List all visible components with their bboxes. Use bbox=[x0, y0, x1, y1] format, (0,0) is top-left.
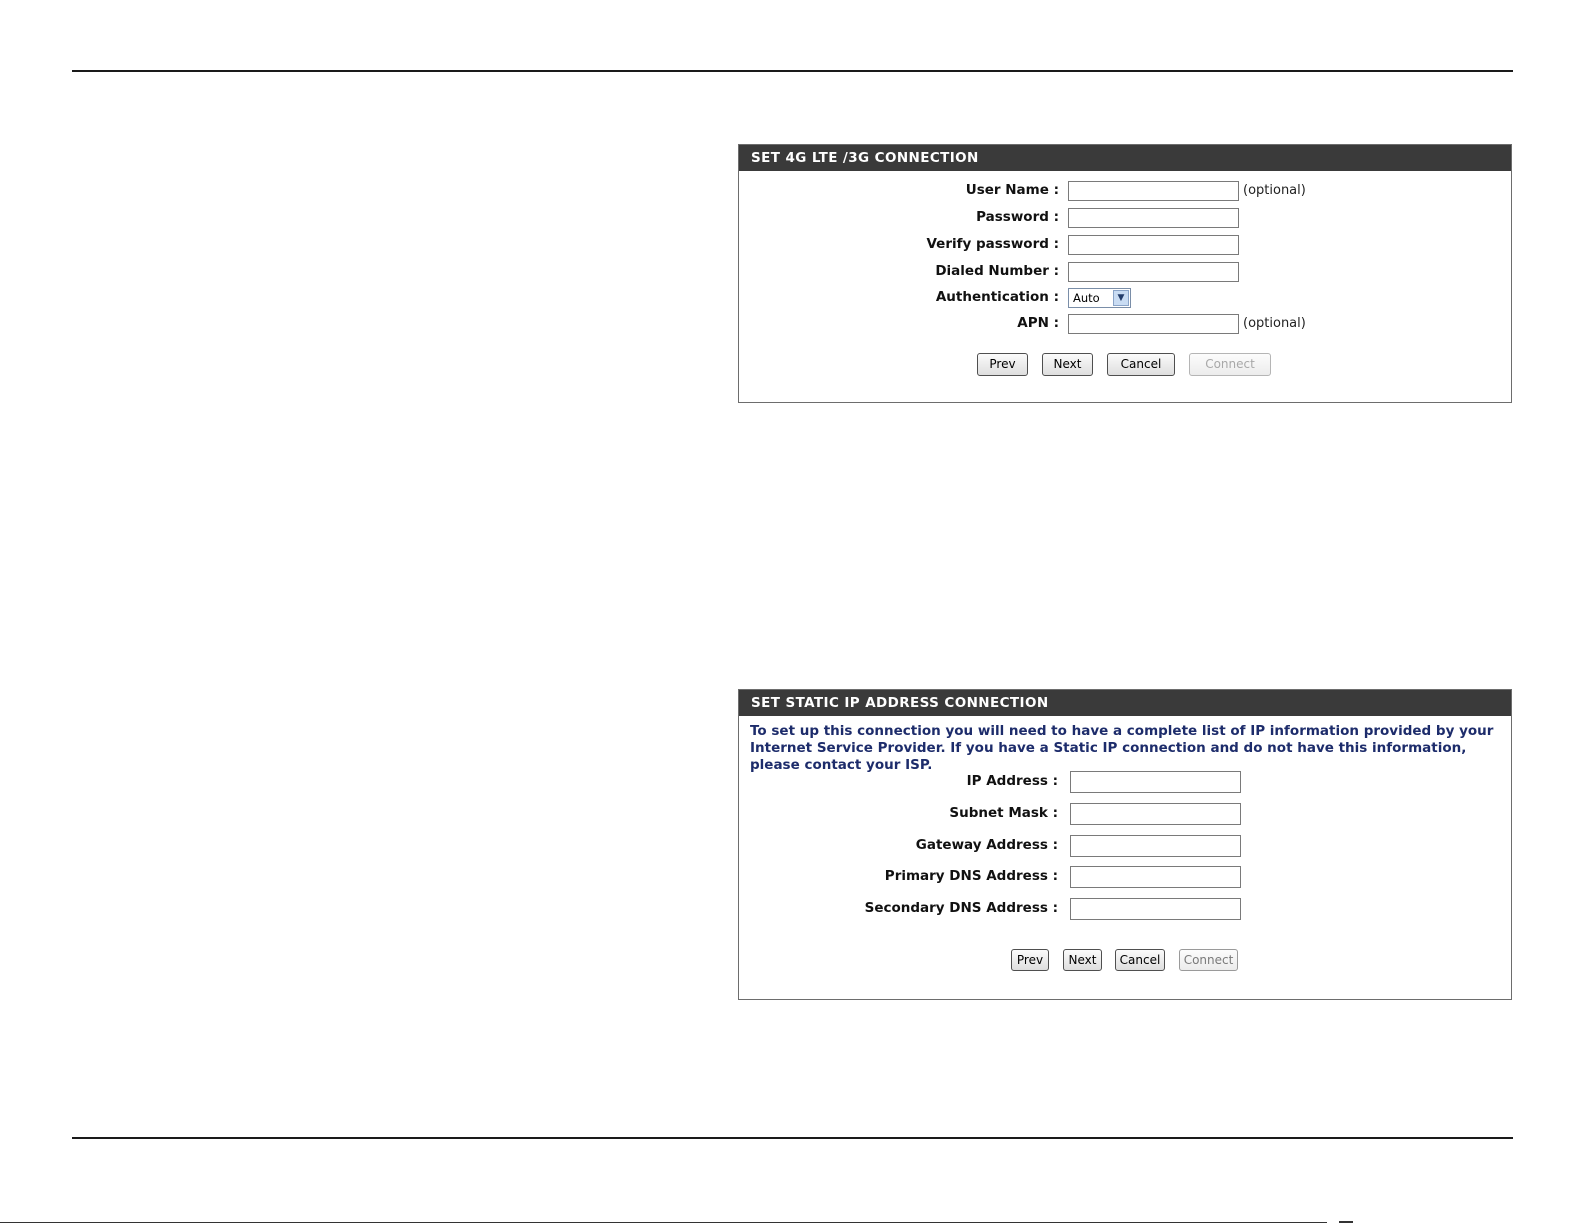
apn-label: APN : bbox=[1017, 315, 1059, 331]
dialed-number-label: Dialed Number : bbox=[935, 263, 1059, 279]
prev-button[interactable]: Prev bbox=[977, 353, 1028, 376]
secondary-dns-input[interactable] bbox=[1070, 898, 1241, 920]
static-ip-connection-panel: SET STATIC IP ADDRESS CONNECTION To set … bbox=[738, 689, 1512, 1000]
authentication-label: Authentication : bbox=[935, 289, 1059, 305]
primary-dns-input[interactable] bbox=[1070, 866, 1241, 888]
password-input[interactable] bbox=[1068, 208, 1239, 228]
authentication-select[interactable]: Auto ▼ bbox=[1068, 288, 1131, 308]
bottom-rule bbox=[72, 1137, 1513, 1139]
dialed-number-input[interactable] bbox=[1068, 262, 1239, 282]
gateway-address-input[interactable] bbox=[1070, 835, 1241, 857]
cancel-button[interactable]: Cancel bbox=[1115, 949, 1165, 971]
connect-button[interactable]: Connect bbox=[1189, 353, 1271, 376]
user-name-input[interactable] bbox=[1068, 181, 1239, 201]
secondary-dns-label: Secondary DNS Address : bbox=[864, 900, 1058, 916]
lte-connection-panel: SET 4G LTE /3G CONNECTION User Name : (o… bbox=[738, 144, 1512, 403]
ip-address-input[interactable] bbox=[1070, 771, 1241, 793]
static-intro-text: To set up this connection you will need … bbox=[750, 723, 1494, 773]
next-button[interactable]: Next bbox=[1063, 949, 1102, 971]
footer-mark bbox=[1339, 1221, 1353, 1223]
user-name-hint: (optional) bbox=[1243, 183, 1306, 198]
authentication-selected-value: Auto bbox=[1073, 291, 1100, 305]
ip-address-label: IP Address : bbox=[966, 773, 1058, 789]
password-label: Password : bbox=[976, 209, 1059, 225]
gateway-address-label: Gateway Address : bbox=[915, 837, 1058, 853]
verify-password-input[interactable] bbox=[1068, 235, 1239, 255]
subnet-mask-label: Subnet Mask : bbox=[949, 805, 1058, 821]
apn-hint: (optional) bbox=[1243, 316, 1306, 331]
footer-rule bbox=[0, 1222, 1327, 1223]
top-rule bbox=[72, 70, 1513, 72]
user-name-label: User Name : bbox=[965, 182, 1059, 198]
next-button[interactable]: Next bbox=[1042, 353, 1093, 376]
prev-button[interactable]: Prev bbox=[1011, 949, 1049, 971]
subnet-mask-input[interactable] bbox=[1070, 803, 1241, 825]
static-panel-title: SET STATIC IP ADDRESS CONNECTION bbox=[739, 690, 1511, 716]
lte-panel-title: SET 4G LTE /3G CONNECTION bbox=[739, 145, 1511, 171]
connect-button[interactable]: Connect bbox=[1179, 949, 1238, 971]
chevron-down-icon[interactable]: ▼ bbox=[1113, 290, 1129, 306]
cancel-button[interactable]: Cancel bbox=[1107, 353, 1175, 376]
primary-dns-label: Primary DNS Address : bbox=[884, 868, 1058, 884]
verify-password-label: Verify password : bbox=[926, 236, 1059, 252]
apn-input[interactable] bbox=[1068, 314, 1239, 334]
